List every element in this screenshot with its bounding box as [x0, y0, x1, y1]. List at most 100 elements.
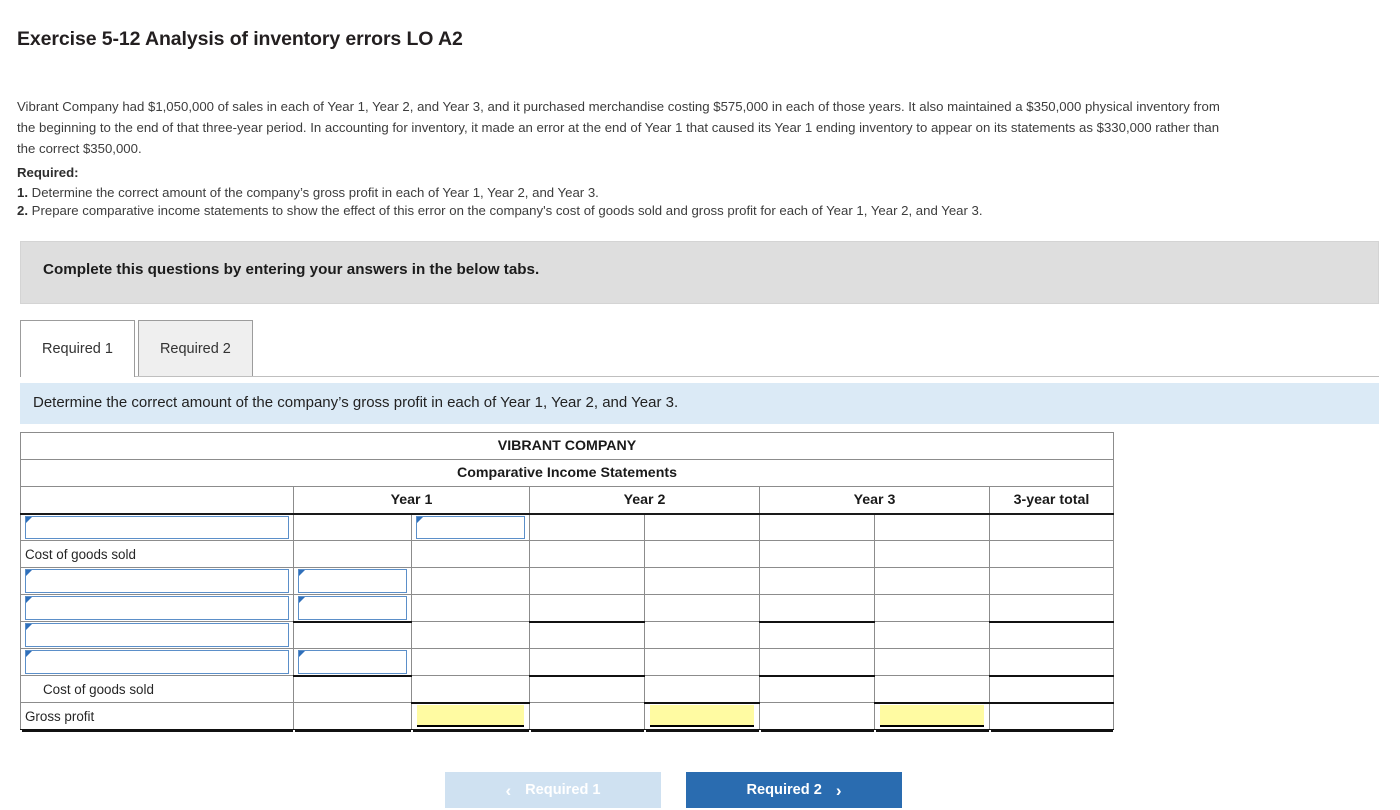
row-8-y2a[interactable] — [529, 702, 645, 730]
row-4-y1a[interactable] — [293, 594, 412, 623]
row-6-label-dropdown[interactable] — [25, 650, 289, 674]
row-3-y2a[interactable] — [529, 567, 645, 595]
row-6-y3b[interactable] — [874, 648, 990, 676]
row-1-y3a[interactable] — [759, 512, 875, 541]
row-8-y3b-answer[interactable] — [874, 702, 990, 730]
row-1-y3b[interactable] — [874, 512, 990, 541]
row-5-y1b[interactable] — [411, 621, 530, 649]
requirement-2-text: Prepare comparative income statements to… — [31, 203, 983, 218]
row-5-y2b[interactable] — [644, 621, 760, 649]
row-1-y1b-dropdown[interactable] — [416, 515, 525, 539]
row-8-y1a[interactable] — [293, 702, 412, 730]
row-2-y3b[interactable] — [874, 540, 990, 568]
column-header-year-1: Year 1 — [293, 486, 530, 514]
row-4-label-cell[interactable] — [20, 594, 294, 622]
row-6-y3a[interactable] — [759, 648, 875, 677]
row-8-total[interactable] — [989, 702, 1114, 730]
row-6-y2a[interactable] — [529, 648, 645, 677]
row-3-y2b[interactable] — [644, 567, 760, 595]
row-7-y1b[interactable] — [411, 675, 530, 704]
row-4-total[interactable] — [989, 594, 1114, 623]
row-2-y1b[interactable] — [411, 540, 530, 568]
row-4-y1a-dropdown[interactable] — [298, 596, 407, 620]
dropdown-triangle-icon — [26, 570, 32, 576]
tab-underline — [20, 376, 1379, 377]
row-4-y3a[interactable] — [759, 594, 875, 623]
row-7-y1a[interactable] — [293, 675, 412, 703]
row-8-y2b-answer[interactable] — [644, 702, 760, 730]
row-4-y2b[interactable] — [644, 594, 760, 622]
row-5-y3a[interactable] — [759, 621, 875, 649]
row-2-y2a[interactable] — [529, 540, 645, 568]
row-5-y1a[interactable] — [293, 621, 412, 649]
row-7-y2b[interactable] — [644, 675, 760, 704]
table-row — [20, 621, 1114, 649]
row-5-y2a[interactable] — [529, 621, 645, 649]
row-1-label-cell[interactable] — [20, 512, 294, 541]
row-6-total[interactable] — [989, 648, 1114, 677]
row-8-y3a[interactable] — [759, 702, 875, 730]
row-1-y2b[interactable] — [644, 512, 760, 541]
row-3-label-cell[interactable] — [20, 567, 294, 595]
gross-profit-year-3-input[interactable] — [880, 704, 984, 727]
gross-profit-year-1-input[interactable] — [417, 704, 524, 727]
row-7-y3a[interactable] — [759, 675, 875, 703]
row-6-y2b[interactable] — [644, 648, 760, 676]
row-5-total[interactable] — [989, 621, 1114, 649]
exercise-page: Exercise 5-12 Analysis of inventory erro… — [0, 0, 1400, 810]
row-2-label-cell: Cost of goods sold — [20, 540, 294, 568]
row-2-y3a[interactable] — [759, 540, 875, 568]
row-8-label-cell: Gross profit — [20, 702, 294, 730]
next-button-label: Required 2 — [746, 782, 822, 798]
row-1-total[interactable] — [989, 512, 1114, 541]
table-row — [20, 567, 1114, 595]
company-name-cell: VIBRANT COMPANY — [20, 432, 1114, 460]
row-2-y1a[interactable] — [293, 540, 412, 568]
row-4-y1b[interactable] — [411, 594, 530, 622]
gross-profit-year-2-input[interactable] — [650, 704, 754, 727]
row-6-y1b[interactable] — [411, 648, 530, 676]
tab-strip: Required 1 Required 2 — [20, 320, 253, 378]
row-7-y3b[interactable] — [874, 675, 990, 704]
column-header-year-2: Year 2 — [529, 486, 760, 514]
chevron-left-icon: ‹ — [505, 780, 512, 800]
row-4-label-dropdown[interactable] — [25, 596, 289, 620]
row-2-y2b[interactable] — [644, 540, 760, 568]
row-8-y1b-answer[interactable] — [411, 702, 530, 730]
table-row: Cost of goods sold — [20, 540, 1114, 568]
row-5-y3b[interactable] — [874, 621, 990, 649]
tab-required-1-label: Required 1 — [42, 341, 113, 357]
row-5-label-cell[interactable] — [20, 621, 294, 649]
row-1-y2a[interactable] — [529, 512, 645, 541]
row-1-label-dropdown[interactable] — [25, 515, 289, 539]
row-4-y3b[interactable] — [874, 594, 990, 622]
next-required-2-button[interactable]: Required 2 › — [686, 772, 902, 808]
row-3-y3a[interactable] — [759, 567, 875, 595]
row-3-total[interactable] — [989, 567, 1114, 595]
previous-required-1-button[interactable]: ‹ Required 1 — [445, 772, 661, 808]
chevron-right-icon: › — [835, 780, 842, 800]
row-3-label-dropdown[interactable] — [25, 569, 289, 593]
row-6-label-cell[interactable] — [20, 648, 294, 676]
row-7-y2a[interactable] — [529, 675, 645, 703]
table-row-column-headers: Year 1 Year 2 Year 3 3-year total — [20, 486, 1114, 514]
row-6-y1a-dropdown[interactable] — [298, 650, 407, 674]
row-3-y1b[interactable] — [411, 567, 530, 595]
tab-required-1[interactable]: Required 1 — [20, 320, 135, 378]
row-6-y1a[interactable] — [293, 648, 412, 677]
tab-required-2[interactable]: Required 2 — [137, 320, 253, 377]
row-2-total[interactable] — [989, 540, 1114, 568]
row-3-y3b[interactable] — [874, 567, 990, 595]
row-1-y1a[interactable] — [293, 512, 412, 541]
row-3-y1a-dropdown[interactable] — [298, 569, 407, 593]
table-row: Gross profit — [20, 702, 1114, 730]
tab-required-2-label: Required 2 — [159, 341, 231, 357]
row-4-y2a[interactable] — [529, 594, 645, 623]
row-3-y1a[interactable] — [293, 567, 412, 595]
dropdown-triangle-icon — [26, 516, 32, 523]
row-7-total[interactable] — [989, 675, 1114, 704]
requirement-1-text: Determine the correct amount of the comp… — [31, 185, 599, 200]
requirement-2-number: 2. — [17, 203, 28, 218]
row-5-label-dropdown[interactable] — [25, 623, 289, 647]
row-1-y1b[interactable] — [411, 512, 530, 541]
